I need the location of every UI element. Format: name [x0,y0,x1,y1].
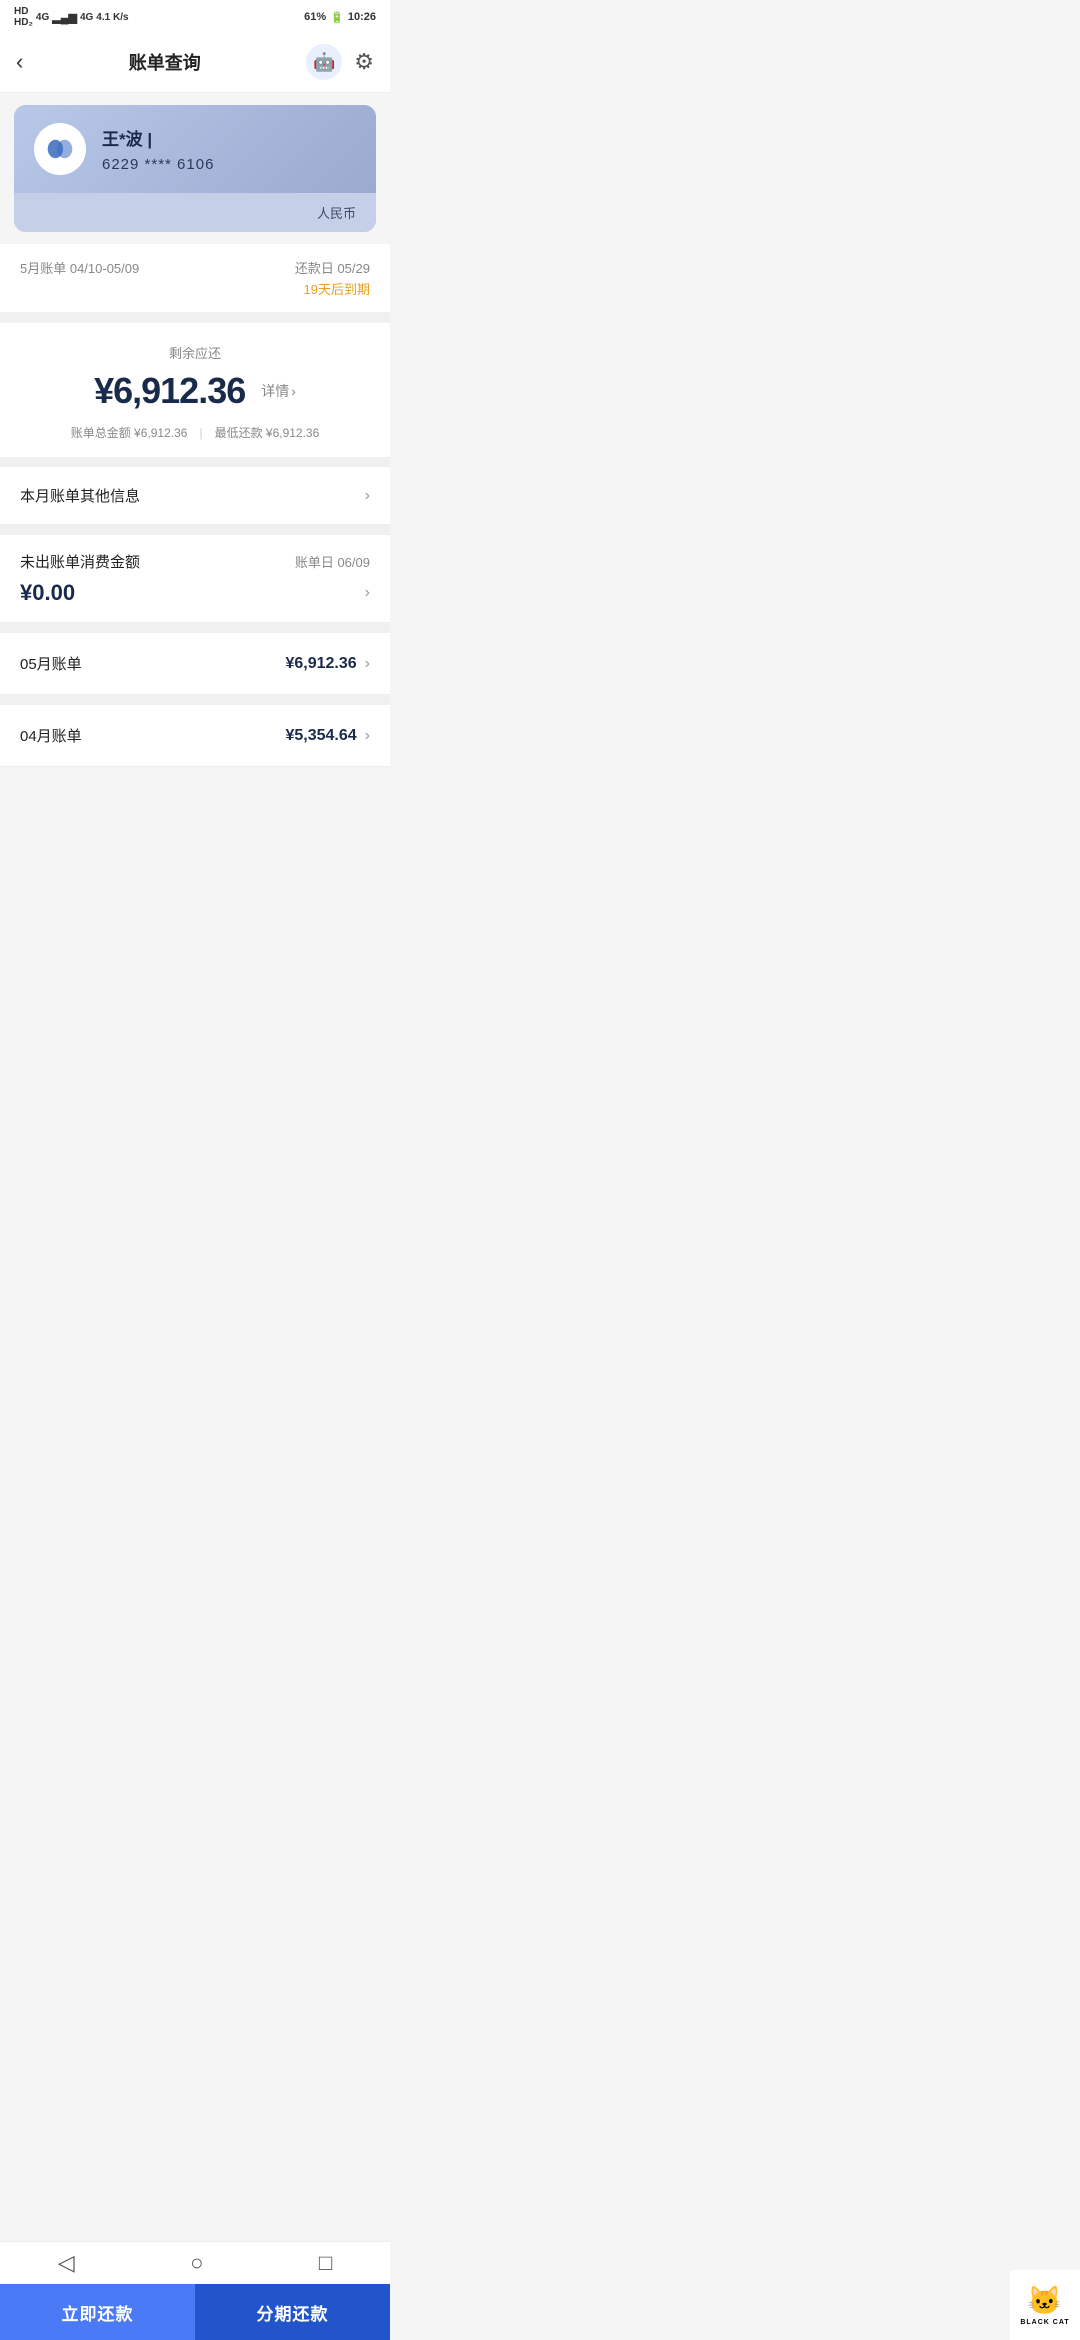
monthly-bill-may[interactable]: 05月账单 ¥6,912.36 › [0,633,390,695]
blackcat-icon: 🐱 [1027,2284,1063,2317]
name-cursor: | [147,130,152,149]
other-info-label: 本月账单其他信息 [20,485,140,506]
pay-now-button[interactable]: 立即还款 [0,2284,195,2340]
card-holder-name: 王*波 | [102,125,356,150]
unbilled-date: 账单日 06/09 [295,552,370,571]
card-number: 6229 **** 6106 [102,156,356,173]
header-icons: 🤖 ⚙ [306,44,374,80]
page-title: 账单查询 [129,49,201,75]
battery-label: 61% [304,11,326,23]
remaining-label: 剩余应还 [20,343,370,362]
time-label: 10:26 [348,11,376,23]
chevron-right-icon-4: › [365,655,370,673]
unbilled-amount-row[interactable]: ¥0.00 › [20,580,370,606]
battery-icon: 🔋 [330,11,344,24]
separator-3 [0,525,390,535]
chevron-right-icon-5: › [365,727,370,745]
amount-row: ¥6,912.36 详情 › [20,370,370,412]
blackcat-watermark: 🐱 BLACK CAT [1010,2270,1080,2340]
detail-label: 详情 [261,381,289,401]
other-info-item[interactable]: 本月账单其他信息 › [0,467,390,525]
bank-logo-svg [44,139,76,159]
unbilled-amount: ¥0.00 [20,580,75,606]
chevron-right-icon-2: › [365,487,370,505]
unbilled-top: 未出账单消费金额 账单日 06/09 [20,551,370,572]
total-label: 账单总金额 ¥6,912.36 [71,424,188,441]
back-button[interactable]: ‹ [16,49,23,75]
card-main: 王*波 | 6229 **** 6106 [14,105,376,193]
installment-button[interactable]: 分期还款 [195,2284,390,2340]
may-bill-label: 05月账单 [20,653,82,674]
navigation-bar: ◁ ○ □ 🐱 BLACK CAT [0,2241,390,2284]
home-nav-icon[interactable]: ○ [190,2250,203,2276]
detail-link[interactable]: 详情 › [261,381,296,401]
separator-5 [0,695,390,705]
card-section: 王*波 | 6229 **** 6106 人民币 [14,105,376,232]
speed-label: 4.1 K/s [96,12,128,23]
unbilled-label: 未出账单消费金额 [20,551,140,572]
monthly-bill-apr[interactable]: 04月账单 ¥5,354.64 › [0,705,390,767]
status-left: HDHD₂ 4G ▂▄▆ 4G 4.1 K/s [14,6,129,28]
separator-2 [0,457,390,467]
back-nav-icon[interactable]: ◁ [58,2250,75,2276]
avatar-icon[interactable]: 🤖 [306,44,342,80]
apr-bill-right: ¥5,354.64 › [285,727,370,745]
status-right: 61% 🔋 10:26 [304,11,376,24]
may-bill-right: ¥6,912.36 › [285,655,370,673]
header: ‹ 账单查询 🤖 ⚙ [0,32,390,93]
chevron-right-icon-3: › [365,584,370,602]
period-label: 5月账单 04/10-05/09 [20,258,139,277]
bank-logo [34,123,86,175]
name-text: 王*波 [102,130,143,149]
signal-4g-2: 4G [80,12,93,23]
avatar-emoji: 🤖 [313,52,335,73]
amount-section: 剩余应还 ¥6,912.36 详情 › 账单总金额 ¥6,912.36 | 最低… [0,323,390,457]
period-due: 还款日 05/29 19天后到期 [295,258,370,298]
currency-label: 人民币 [317,206,356,221]
due-date-label: 还款日 05/29 [295,258,370,277]
days-remaining: 19天后到期 [295,279,370,298]
signal-4g: 4G [36,12,49,23]
chevron-right-icon: › [291,383,296,399]
separator-4 [0,623,390,633]
card-info: 王*波 | 6229 **** 6106 [102,125,356,173]
apr-bill-label: 04月账单 [20,725,82,746]
min-payment-label: 最低还款 ¥6,912.36 [215,424,320,441]
settings-icon[interactable]: ⚙ [354,49,374,75]
bottom-action-bar: 立即还款 分期还款 [0,2284,390,2340]
apr-bill-amount: ¥5,354.64 [285,727,356,745]
network-label: HDHD₂ [14,6,33,28]
status-bar: HDHD₂ 4G ▂▄▆ 4G 4.1 K/s 61% 🔋 10:26 [0,0,390,32]
blackcat-text: BLACK CAT [1020,2319,1069,2326]
bill-summary-row: 账单总金额 ¥6,912.36 | 最低还款 ¥6,912.36 [20,424,370,441]
may-bill-amount: ¥6,912.36 [285,655,356,673]
separator-1 [0,312,390,322]
remaining-amount: ¥6,912.36 [94,370,245,412]
unbilled-section: 未出账单消费金额 账单日 06/09 ¥0.00 › [0,535,390,623]
recent-nav-icon[interactable]: □ [319,2250,332,2276]
pipe-divider: | [199,426,202,440]
bill-period: 5月账单 04/10-05/09 还款日 05/29 19天后到期 [0,244,390,312]
signal-bars: ▂▄▆ [52,11,77,24]
card-footer: 人民币 [14,193,376,232]
